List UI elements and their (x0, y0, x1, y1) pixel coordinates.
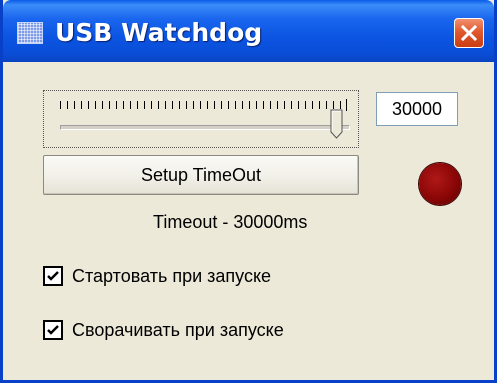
slider-tick-end (346, 99, 347, 111)
timeout-value-field[interactable]: 30000 (376, 92, 458, 126)
app-window-icon (17, 22, 43, 44)
close-icon (460, 24, 478, 42)
start-on-launch-label: Стартовать при запуске (72, 265, 272, 286)
slider-thumb[interactable] (330, 109, 344, 139)
status-led-indicator (419, 163, 461, 205)
timeout-slider[interactable] (43, 90, 359, 148)
main-window: USB Watchdog 30000 Setup TimeOut Timeout… (0, 0, 497, 383)
setup-timeout-button[interactable]: Setup TimeOut (43, 155, 359, 195)
checkmark-icon (47, 325, 59, 335)
start-on-launch-option[interactable]: Стартовать при запуске (43, 265, 271, 287)
window-title: USB Watchdog (55, 18, 263, 47)
start-on-launch-checkbox[interactable] (43, 266, 63, 286)
timeout-status-label: Timeout - 30000ms (153, 212, 308, 232)
minimize-on-launch-label: Сворачивать при запуске (72, 319, 284, 340)
title-bar[interactable]: USB Watchdog (3, 0, 494, 62)
minimize-on-launch-checkbox[interactable] (43, 320, 63, 340)
checkmark-icon (47, 271, 59, 281)
slider-ticks (60, 101, 342, 109)
slider-track (60, 125, 350, 130)
minimize-on-launch-option[interactable]: Сворачивать при запуске (43, 319, 284, 341)
close-button[interactable] (454, 18, 484, 48)
